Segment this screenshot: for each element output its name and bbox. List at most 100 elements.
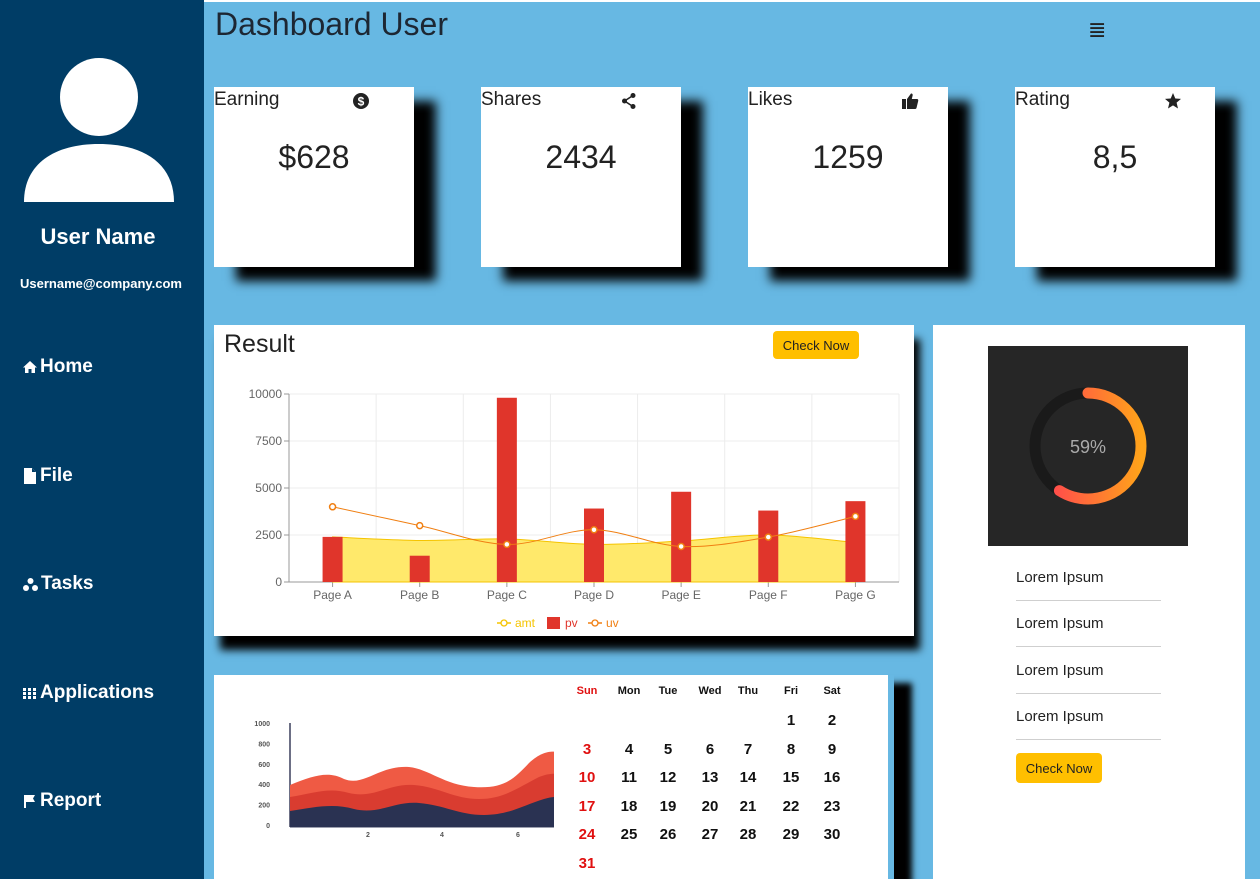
apps-grid-icon: [23, 688, 36, 699]
mini-y-tick-label: 200: [258, 803, 270, 810]
x-tick-label: Page F: [749, 588, 788, 602]
calendar-weekday: Wed: [698, 685, 722, 697]
nav-label-report: Report: [40, 790, 102, 811]
calendar-day[interactable]: 2: [815, 712, 849, 729]
calendar-day[interactable]: 8: [774, 741, 808, 758]
side-list-item[interactable]: Lorem Ipsum: [1016, 708, 1161, 740]
calendar-day[interactable]: 1: [774, 712, 808, 729]
stat-card-earning: Earning $ $628: [214, 87, 414, 267]
user-email: Username@company.com: [20, 276, 182, 291]
calendar-day[interactable]: 23: [815, 798, 849, 815]
side-list-item[interactable]: Lorem Ipsum: [1016, 569, 1161, 601]
stat-label: Rating: [1015, 89, 1070, 110]
calendar-day[interactable]: 16: [815, 769, 849, 786]
calendar-day[interactable]: 14: [731, 769, 765, 786]
calendar-weekday: Thu: [737, 685, 759, 697]
stat-value: 1259: [812, 139, 884, 175]
calendar-day[interactable]: 28: [731, 826, 765, 843]
nav-item-report[interactable]: Report: [22, 790, 101, 812]
nav-item-home[interactable]: Home: [22, 356, 93, 378]
mini-x-tick-label: 6: [516, 832, 520, 839]
calendar-day[interactable]: 26: [651, 826, 685, 843]
calendar-day[interactable]: 6: [693, 741, 727, 758]
point-uv: [328, 503, 337, 511]
legend-label: amt: [515, 616, 536, 630]
calendar-day[interactable]: 15: [774, 769, 808, 786]
point-uv: [677, 542, 685, 551]
calendar-day[interactable]: 11: [612, 769, 646, 786]
calendar-day[interactable]: 21: [731, 798, 765, 815]
calendar-day[interactable]: 18: [612, 798, 646, 815]
point-uv: [590, 525, 598, 534]
calendar-day[interactable]: 5: [651, 741, 685, 758]
calendar-day[interactable]: 7: [731, 741, 765, 758]
nav-item-tasks[interactable]: Tasks: [22, 573, 93, 595]
user-avatar-icon: [24, 58, 174, 202]
mini-x-tick-label: 4: [440, 832, 444, 839]
point-uv: [764, 533, 773, 541]
side-list-item[interactable]: Lorem Ipsum: [1016, 662, 1161, 694]
side-check-now-button[interactable]: Check Now: [1016, 753, 1102, 783]
thumbs-up-icon: [902, 93, 919, 109]
bar-pv: [496, 397, 517, 582]
mini-y-tick-label: 800: [258, 741, 270, 748]
point-uv: [415, 521, 424, 530]
y-tick-label: 10000: [249, 387, 283, 401]
nav-item-file[interactable]: File: [22, 465, 73, 487]
stat-card-likes: Likes 1259: [748, 87, 948, 267]
calendar-day[interactable]: 17: [570, 798, 604, 815]
calendar-day[interactable]: 10: [570, 769, 604, 786]
stat-label: Earning: [214, 89, 280, 110]
x-tick-label: Page C: [487, 588, 527, 602]
main-content: Dashboard User ≣ Earning $ $628 Shares 2…: [204, 2, 1260, 879]
mini-y-tick-label: 400: [258, 782, 270, 789]
bar-pv: [584, 508, 604, 582]
stat-label: Likes: [748, 89, 793, 110]
bar-pv: [758, 510, 779, 582]
result-chart: 0 2500 5000 7500 10000 Page A Page B Page C Page…: [249, 387, 900, 630]
sidebar: User Name Username@company.com Home File…: [0, 0, 204, 879]
dollar-icon: $: [353, 93, 369, 109]
stat-label: Shares: [481, 89, 542, 110]
point-uv: [851, 512, 860, 521]
svg-text:$: $: [358, 95, 365, 109]
calendar-day[interactable]: 25: [612, 826, 646, 843]
x-tick-label: Page G: [835, 588, 876, 602]
calendar-day[interactable]: 3: [570, 741, 604, 758]
calendar-day[interactable]: 9: [815, 741, 849, 758]
calendar-day[interactable]: 20: [693, 798, 727, 815]
legend-label: pv: [565, 616, 578, 630]
user-name: User Name: [40, 224, 156, 249]
calendar-day[interactable]: 27: [693, 826, 727, 843]
bottom-panel: 0 200 400 600 800 1000 246 Sun Mon Tue Wed Thu Fri…: [214, 675, 890, 879]
calendar-day[interactable]: 24: [570, 826, 604, 843]
nav-item-applications[interactable]: Applications: [22, 682, 154, 704]
side-list-item[interactable]: Lorem Ipsum: [1016, 615, 1161, 647]
point-uv: [503, 540, 511, 549]
legend-label: uv: [606, 616, 619, 630]
calendar-day[interactable]: 30: [815, 826, 849, 843]
calendar-day[interactable]: 12: [651, 769, 685, 786]
calendar-day[interactable]: 29: [774, 826, 808, 843]
calendar-day[interactable]: 4: [612, 741, 646, 758]
page-title: Dashboard User: [215, 6, 448, 42]
bar-pv: [322, 536, 343, 582]
calendar-weekday: Mon: [617, 685, 641, 697]
calendar-day[interactable]: 22: [774, 798, 808, 815]
result-panel: Result Check Now 0 2500 5000 7500 10000 Page …: [214, 325, 914, 636]
calendar-weekday: Sun: [576, 685, 598, 697]
x-tick-label: Page B: [400, 588, 439, 602]
calendar-day[interactable]: 13: [693, 769, 727, 786]
calendar-day[interactable]: 19: [651, 798, 685, 815]
mini-y-tick-label: 600: [258, 762, 270, 769]
stat-card-rating: Rating 8,5: [1015, 87, 1215, 267]
home-icon: [23, 361, 37, 373]
tasks-icon: [23, 578, 38, 591]
flag-icon: [24, 795, 35, 808]
stat-card-shares: Shares 2434: [481, 87, 681, 267]
mini-area-chart: 0 200 400 600 800 1000 2 4 6: [254, 721, 554, 839]
share-icon: [622, 93, 636, 109]
progress-gauge: 59%: [988, 346, 1188, 546]
calendar-day[interactable]: 31: [570, 855, 604, 872]
hamburger-menu-icon[interactable]: ≣: [1088, 17, 1106, 43]
